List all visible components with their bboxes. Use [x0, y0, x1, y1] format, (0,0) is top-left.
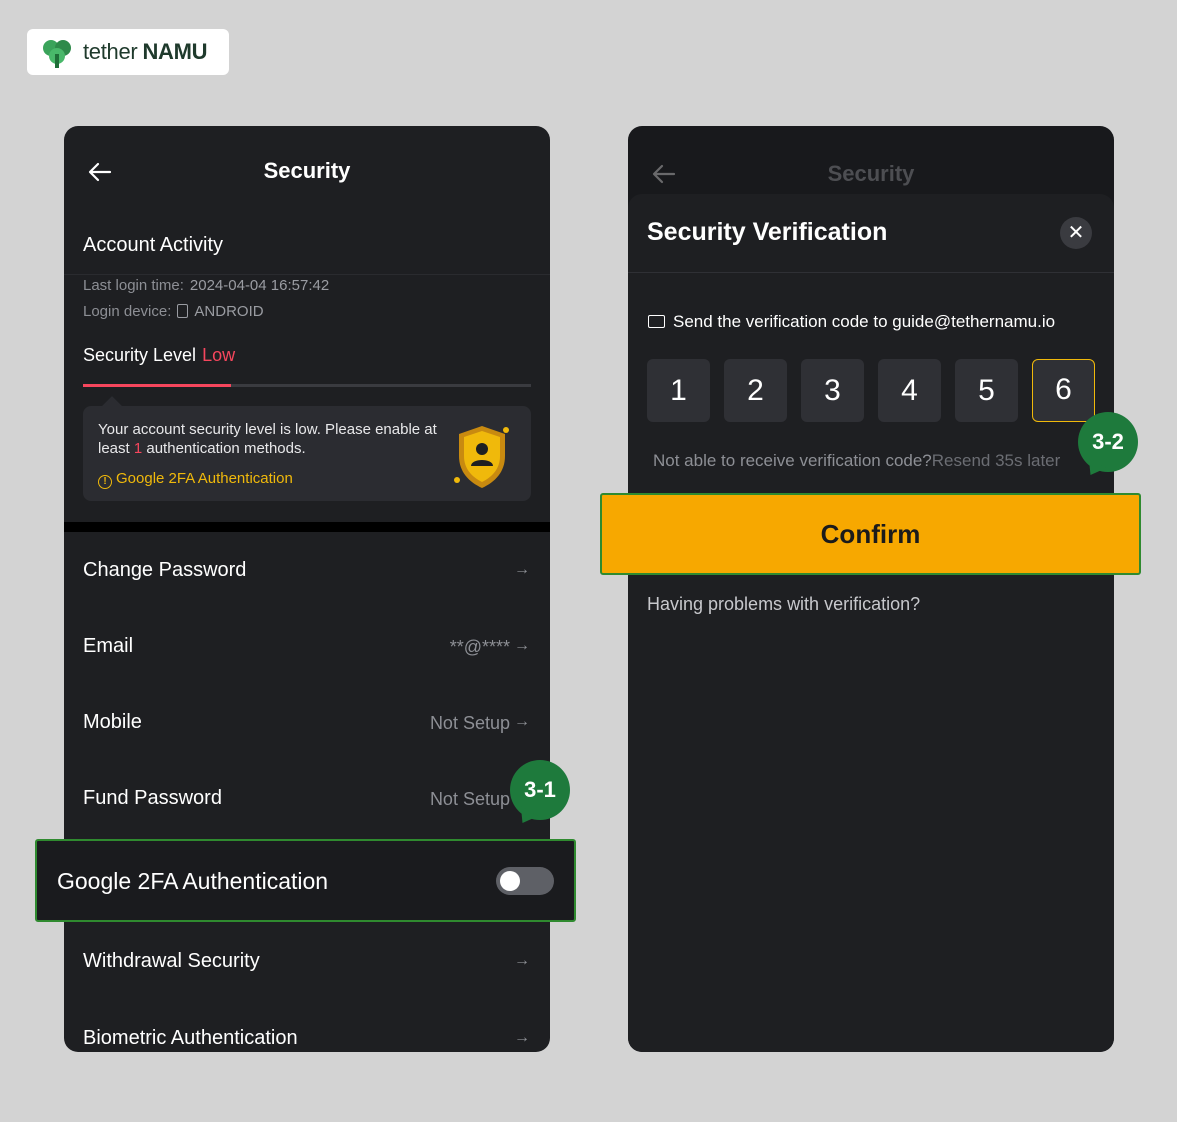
- page-title: Security: [263, 158, 351, 183]
- code-digit-4[interactable]: 4: [878, 359, 941, 422]
- send-code-text: Send the verification code to guide@teth…: [648, 312, 1055, 332]
- security-tip: Your account security level is low. Plea…: [83, 396, 531, 501]
- mobile-row[interactable]: Mobile Not Setup →: [64, 685, 550, 761]
- mail-icon: [648, 315, 665, 328]
- chevron-right-icon: →: [514, 1029, 530, 1046]
- login-device: Login device: ANDROID: [83, 303, 264, 320]
- email-row[interactable]: Email **@**** →: [64, 609, 550, 685]
- chevron-right-icon: →: [514, 637, 530, 654]
- toggle-knob: [500, 871, 520, 891]
- resend-hint: Not able to receive verification code?Re…: [653, 451, 1061, 470]
- account-activity-heading: Account Activity: [83, 234, 224, 256]
- close-button[interactable]: ✕: [1060, 217, 1092, 249]
- step-badge-3-1: 3-1: [510, 760, 570, 820]
- confirm-button[interactable]: Confirm: [600, 493, 1141, 575]
- google-2fa-toggle[interactable]: [496, 867, 554, 895]
- section-separator: [64, 522, 550, 532]
- code-digit-5[interactable]: 5: [955, 359, 1018, 422]
- fund-password-status: Not Setup: [429, 789, 510, 809]
- tethernamu-logo: tether NAMU: [27, 29, 229, 75]
- divider: [628, 272, 1114, 273]
- security-tip-text: Your account security level is low. Plea…: [98, 421, 437, 457]
- having-problems-link[interactable]: Having problems with verification?: [647, 594, 920, 615]
- change-password-row[interactable]: Change Password →: [64, 533, 550, 609]
- verification-screen: Security Security Verification ✕ Send th…: [628, 126, 1114, 1052]
- sheet-title: Security Verification: [647, 218, 888, 246]
- security-level-bar-fill: [83, 384, 231, 387]
- shield-user-icon: [454, 426, 509, 488]
- page-title-dimmed: Security: [827, 161, 915, 186]
- chevron-right-icon: →: [514, 561, 530, 578]
- security-level: Security Level Low: [83, 345, 236, 365]
- chevron-right-icon: →: [514, 952, 530, 969]
- resend-link[interactable]: Resend 35s later: [932, 451, 1061, 470]
- code-digit-2[interactable]: 2: [724, 359, 787, 422]
- chevron-right-icon: →: [514, 713, 530, 730]
- divider: [64, 274, 550, 275]
- header: Security: [64, 126, 550, 216]
- code-digit-3[interactable]: 3: [801, 359, 864, 422]
- phone-icon: [177, 304, 189, 318]
- biometric-authentication-row[interactable]: Biometric Authentication →: [64, 1001, 550, 1052]
- clover-logo-icon: [43, 40, 71, 68]
- code-digit-6[interactable]: 6: [1032, 359, 1095, 422]
- mobile-status: Not Setup: [429, 713, 510, 733]
- google-2fa-row[interactable]: Google 2FA Authentication: [35, 839, 576, 922]
- step-badge-3-2: 3-2: [1078, 412, 1138, 472]
- logo-text: tether NAMU: [83, 39, 208, 64]
- google-2fa-link[interactable]: ! Google 2FA Authentication: [98, 470, 293, 489]
- code-digit-1[interactable]: 1: [647, 359, 710, 422]
- warning-icon: !: [98, 475, 112, 489]
- fund-password-row[interactable]: Fund Password Not Setup: [64, 761, 550, 837]
- verification-sheet: Security Verification ✕ Send the verific…: [628, 194, 1114, 1052]
- last-login: Last login time: 2024-04-04 16:57:42: [83, 277, 330, 294]
- email-value: **@****: [449, 637, 510, 657]
- withdrawal-security-row[interactable]: Withdrawal Security →: [64, 924, 550, 1000]
